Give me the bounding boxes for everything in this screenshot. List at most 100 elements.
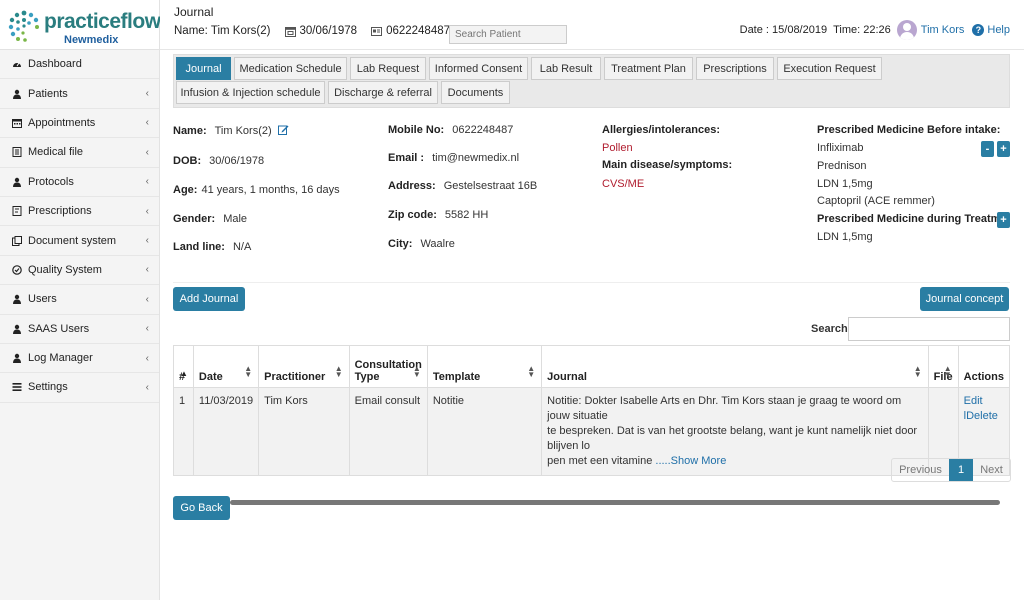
sidebar-item-prescriptions[interactable]: Prescriptions ‹	[0, 197, 159, 227]
sidebar: practiceflow Newmedix Dashboard Patients…	[0, 0, 161, 600]
previous-page-button[interactable]: Previous	[892, 459, 949, 481]
logo[interactable]: practiceflow Newmedix	[0, 0, 161, 50]
tab-bar: Journal Medication Schedule Lab Request …	[173, 54, 1010, 108]
patient-dob-field: DOB: 30/06/1978	[173, 155, 265, 167]
sidebar-item-label: Log Manager	[28, 352, 93, 365]
col-header-template[interactable]: Template ▲ ▼	[426, 345, 543, 388]
sort-asc-icon: ▲	[180, 369, 188, 378]
remove-medicine-button[interactable]: -	[981, 141, 994, 157]
next-page-button[interactable]: Next	[973, 459, 1010, 481]
main-disease-label: Main disease/symptoms:	[602, 159, 733, 171]
chevron-left-icon: ‹	[145, 264, 149, 276]
horizontal-scrollbar[interactable]	[230, 500, 1000, 505]
allergies-label: Allergies/intolerances:	[602, 124, 720, 136]
sidebar-item-document-system[interactable]: Document system ‹	[0, 226, 159, 256]
check-circle-icon	[12, 265, 22, 275]
cell-consultation-type: Email consult	[348, 387, 428, 476]
col-header-practitioner[interactable]: Practitioner ▲ ▼	[258, 345, 350, 388]
tab-lab-result[interactable]: Lab Result	[531, 57, 601, 80]
journal-table: # ▲ Date ▲ ▼ Practitioner ▲ ▼ Consultation Ty…	[173, 345, 1011, 476]
sidebar-item-dashboard[interactable]: Dashboard	[0, 50, 159, 80]
edit-icon[interactable]	[277, 124, 289, 135]
tab-medication-schedule[interactable]: Medication Schedule	[234, 57, 347, 80]
chevron-left-icon: ‹	[145, 205, 149, 217]
col-header-date[interactable]: Date ▲ ▼	[192, 345, 260, 388]
go-back-button[interactable]: Go Back	[173, 496, 230, 520]
chevron-left-icon: ‹	[145, 88, 149, 100]
sidebar-item-saas-users[interactable]: SAAS Users ‹	[0, 315, 159, 344]
chevron-left-icon: ‹	[145, 146, 149, 158]
sidebar-item-settings[interactable]: Settings ‹	[0, 373, 159, 403]
sidebar-item-appointments[interactable]: Appointments ‹	[0, 109, 159, 139]
tab-treatment-plan[interactable]: Treatment Plan	[604, 57, 693, 80]
show-more-link[interactable]: .....Show More	[655, 455, 726, 467]
table-search-input[interactable]	[848, 317, 1010, 341]
search-patient-input[interactable]	[449, 25, 567, 44]
sidebar-item-patients[interactable]: Patients ‹	[0, 79, 159, 109]
user-name-link[interactable]: Tim Kors	[921, 24, 965, 36]
edit-link[interactable]: Edit	[964, 395, 983, 407]
table-row: 1 11/03/2019 Tim Kors Email consult Noti…	[173, 387, 1011, 476]
col-header-file[interactable]: File ▲ ▼	[927, 345, 959, 388]
sidebar-item-label: SAAS Users	[28, 322, 90, 335]
sidebar-item-label: Dashboard	[28, 58, 82, 71]
tab-prescriptions[interactable]: Prescriptions	[696, 57, 774, 80]
calendar-icon	[12, 118, 22, 128]
cell-practitioner: Tim Kors	[258, 387, 350, 476]
tab-informed-consent[interactable]: Informed Consent	[429, 57, 528, 80]
patient-name-value: Tim Kors(2)	[214, 125, 272, 137]
calendar-icon	[284, 26, 296, 37]
patient-dob: 30/06/1978	[299, 25, 358, 37]
chevron-left-icon: ‹	[145, 117, 149, 129]
help-label: Help	[987, 24, 1010, 36]
cell-template: Notitie	[426, 387, 543, 476]
help-link[interactable]: ? Help	[972, 24, 1010, 36]
avatar[interactable]	[896, 20, 917, 40]
tab-execution-request[interactable]: Execution Request	[777, 57, 882, 80]
add-medicine-button[interactable]: +	[997, 141, 1010, 157]
journal-concept-button[interactable]: Journal concept	[920, 287, 1009, 311]
cell-journal: Notitie: Dokter Isabelle Arts en Dhr. Ti…	[541, 387, 929, 476]
sidebar-item-log-manager[interactable]: Log Manager ‹	[0, 344, 159, 374]
dashboard-icon	[13, 62, 21, 68]
user-icon	[13, 89, 21, 99]
sidebar-item-label: Document system	[28, 234, 117, 247]
sidebar-item-quality-system[interactable]: Quality System ‹	[0, 256, 159, 286]
sidebar-item-label: Protocols	[28, 175, 74, 188]
med-before-2: Prednison	[817, 160, 867, 172]
brand-sub: Newmedix	[64, 34, 119, 46]
add-during-medicine-button[interactable]: +	[997, 212, 1010, 228]
cell-number: 1	[173, 387, 194, 476]
add-journal-button[interactable]: Add Journal	[173, 287, 245, 311]
allergies-value: Pollen	[602, 142, 633, 154]
tab-documents[interactable]: Documents	[441, 81, 510, 104]
tab-infusion-injection-schedule[interactable]: Infusion & Injection schedule	[176, 81, 325, 104]
sidebar-item-users[interactable]: Users ‹	[0, 285, 159, 315]
sort-icon: ▲ ▼	[527, 364, 536, 379]
user-icon	[13, 353, 21, 364]
col-header-journal[interactable]: Journal ▲ ▼	[541, 345, 929, 388]
tab-lab-request[interactable]: Lab Request	[350, 57, 426, 80]
med-before-4: Captopril (ACE remmer)	[817, 195, 935, 207]
question-circle-icon: ?	[972, 24, 985, 36]
prescribed-before-label: Prescribed Medicine Before intake:	[817, 124, 1001, 136]
prescription-icon	[12, 206, 22, 217]
sort-icon: ▲ ▼	[334, 364, 343, 379]
col-header-number[interactable]: # ▲	[173, 345, 194, 388]
pagination: Previous 1 Next	[891, 458, 1011, 482]
tab-journal[interactable]: Journal	[176, 57, 231, 80]
sidebar-item-medical-file[interactable]: Medical file ‹	[0, 138, 159, 168]
tab-discharge-referral[interactable]: Discharge & referral	[328, 81, 438, 104]
delete-link[interactable]: lDelete	[964, 410, 998, 422]
patient-address-field: Address: Gestelsestraat 16B	[388, 180, 538, 192]
patient-email-field: Email : tim@newmedix.nl	[388, 152, 520, 164]
chevron-left-icon: ‹	[145, 176, 149, 188]
main-disease-value: CVS/ME	[602, 178, 645, 190]
patient-phone: 0622248487	[386, 25, 451, 37]
sidebar-item-label: Users	[28, 293, 57, 306]
page-1-button[interactable]: 1	[949, 459, 973, 481]
user-icon	[13, 177, 21, 187]
col-header-consultation-type[interactable]: Consultation Type ▲ ▼	[348, 345, 428, 388]
sidebar-item-protocols[interactable]: Protocols ‹	[0, 168, 159, 197]
sidebar-item-label: Quality System	[28, 263, 102, 276]
